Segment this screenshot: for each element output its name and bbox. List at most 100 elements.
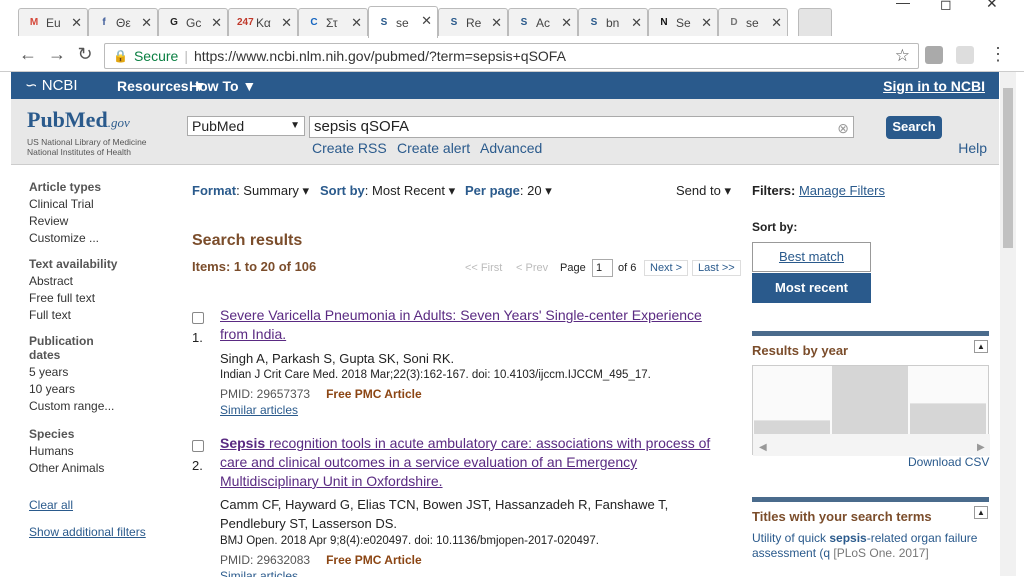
chart-left-arrow-icon[interactable]: ◀ [759,442,767,453]
filter-item[interactable]: Abstract [29,273,169,290]
browser-tab[interactable]: Dse ✕ [718,8,788,36]
database-select[interactable]: PubMed ▼ [187,116,305,136]
format-menu[interactable]: Format: Summary ▾ [192,183,309,199]
logo-gov: .gov [107,115,130,130]
manage-filters-link[interactable]: Manage Filters [799,183,885,198]
year-bar[interactable] [910,403,986,434]
tab-label: Re [466,15,482,30]
collapse-icon[interactable]: ▲ [974,506,988,519]
tab-close-icon[interactable]: ✕ [281,15,292,31]
filter-item[interactable]: Free full text [29,290,169,307]
filter-item[interactable]: Other Animals [29,460,169,477]
search-query: sepsis qSOFA [314,118,410,135]
clear-search-icon[interactable]: ⊗ [837,118,849,138]
tab-favicon-icon: N [660,16,668,28]
free-pmc-link[interactable]: Free PMC Article [326,553,422,567]
minimize-icon[interactable]: — [896,0,910,10]
logo-sub1: US National Library of Medicine [27,137,147,147]
reload-icon[interactable]: ↻ [73,44,97,65]
similar-articles-link[interactable]: Similar articles [220,403,298,417]
filter-item[interactable]: Humans [29,443,169,460]
filter-item[interactable]: Full text [29,307,169,324]
results-by-year-chart[interactable]: ◀ ▶ [752,365,990,456]
browser-tab[interactable]: S Ac ✕ [508,8,578,36]
url-bar[interactable]: 🔒 Secure | https://www.ncbi.nlm.nih.gov/… [104,43,919,69]
browser-tab[interactable]: C Στ ✕ [298,8,368,36]
next-page-link[interactable]: Next > [644,260,689,276]
forward-icon[interactable]: → [45,44,69,65]
result-title-link[interactable]: Sepsis recognition tools in acute ambula… [220,434,730,491]
browser-tab[interactable]: S Re ✕ [438,8,508,36]
browser-tab[interactable]: f Θε ✕ [88,8,158,36]
filter-item[interactable]: 5 years [29,364,169,381]
browser-tab[interactable]: 247 Κα ✕ [228,8,298,36]
ncbi-logo[interactable]: ∽ NCBI [25,76,78,94]
create-rss-link[interactable]: Create RSS [312,140,387,156]
pubmed-logo[interactable]: PubMed.gov [27,107,130,133]
tab-close-icon[interactable]: ✕ [71,15,82,31]
page-scrollbar[interactable] [1000,72,1016,576]
title-suggestion-link[interactable]: Utility of quick sepsis-related organ fa… [752,531,989,561]
close-window-icon[interactable]: ✕ [986,0,998,11]
extension-icon-2[interactable] [956,46,974,64]
result-checkbox[interactable] [192,312,204,324]
tab-close-icon[interactable]: ✕ [561,15,572,31]
scrollbar-thumb[interactable] [1003,88,1013,248]
chart-right-arrow-icon[interactable]: ▶ [977,442,985,453]
filter-item[interactable]: Customize ... [29,230,169,247]
menu-dots-icon[interactable]: ⋮ [986,44,1010,65]
search-input[interactable]: sepsis qSOFA ⊗ [309,116,854,138]
tab-close-icon[interactable]: ✕ [701,15,712,31]
per-page-menu[interactable]: Per page: 20 ▾ [465,183,552,199]
back-icon[interactable]: ← [16,44,40,65]
best-match-button[interactable]: Best match [752,242,871,272]
logo-sub2: National Institutes of Health [27,147,131,157]
year-bar[interactable] [754,420,830,434]
last-page-link[interactable]: Last >> [692,260,741,276]
collapse-icon[interactable]: ▲ [974,340,988,353]
filter-item[interactable]: Custom range... [29,398,169,415]
result-title-link[interactable]: Severe Varicella Pneumonia in Adults: Se… [220,306,730,344]
tab-close-icon[interactable]: ✕ [631,15,642,31]
tab-close-icon[interactable]: ✕ [351,15,362,31]
maximize-icon[interactable]: ◻ [940,0,952,12]
sort-menu[interactable]: Sort by: Most Recent ▾ [320,183,455,199]
help-link[interactable]: Help [958,140,987,156]
extension-icon[interactable] [925,46,943,64]
download-csv-link[interactable]: Download CSV [908,455,989,469]
howto-menu[interactable]: How To ▼ [189,78,256,94]
browser-tab[interactable]: Sbn ✕ [578,8,648,36]
page-number-input[interactable]: 1 [592,259,613,277]
result-checkbox[interactable] [192,440,204,452]
prev-page-link[interactable]: < Prev [516,262,548,274]
show-filters-link[interactable]: Show additional filters [29,524,169,541]
create-alert-link[interactable]: Create alert [397,140,470,156]
chart-slider[interactable] [753,434,990,456]
filter-item[interactable]: 10 years [29,381,169,398]
first-page-link[interactable]: << First [465,262,502,274]
bookmark-star-icon[interactable]: ☆ [895,46,910,66]
year-bar[interactable] [832,366,908,434]
filter-item[interactable]: Review [29,213,169,230]
result-journal: BMJ Open. 2018 Apr 9;8(4):e020497. doi: … [220,535,599,547]
browser-tab[interactable]: G Gc ✕ [158,8,228,36]
search-button[interactable]: Search [886,116,942,139]
tab-close-icon[interactable]: ✕ [491,15,502,31]
sign-in-link[interactable]: Sign in to NCBI [883,78,985,94]
filter-heading: Species [29,427,75,441]
tab-close-icon[interactable]: ✕ [771,15,782,31]
browser-tab[interactable]: M Eu ✕ [18,8,88,36]
suggestion-source: [PLoS One. 2017] [830,546,929,560]
browser-tab[interactable]: N Se ✕ [648,8,718,36]
advanced-link[interactable]: Advanced [480,140,542,156]
clear-all-link[interactable]: Clear all [29,497,169,514]
filter-item[interactable]: Clinical Trial [29,196,169,213]
new-tab-button[interactable] [798,8,832,36]
most-recent-button[interactable]: Most recent [752,273,871,303]
browser-tab[interactable]: Sse ✕ [368,6,438,38]
send-to-menu[interactable]: Send to ▾ [676,183,731,199]
free-pmc-link[interactable]: Free PMC Article [326,387,422,401]
tab-close-icon[interactable]: ✕ [421,13,432,29]
tab-close-icon[interactable]: ✕ [141,15,152,31]
tab-close-icon[interactable]: ✕ [211,15,222,31]
